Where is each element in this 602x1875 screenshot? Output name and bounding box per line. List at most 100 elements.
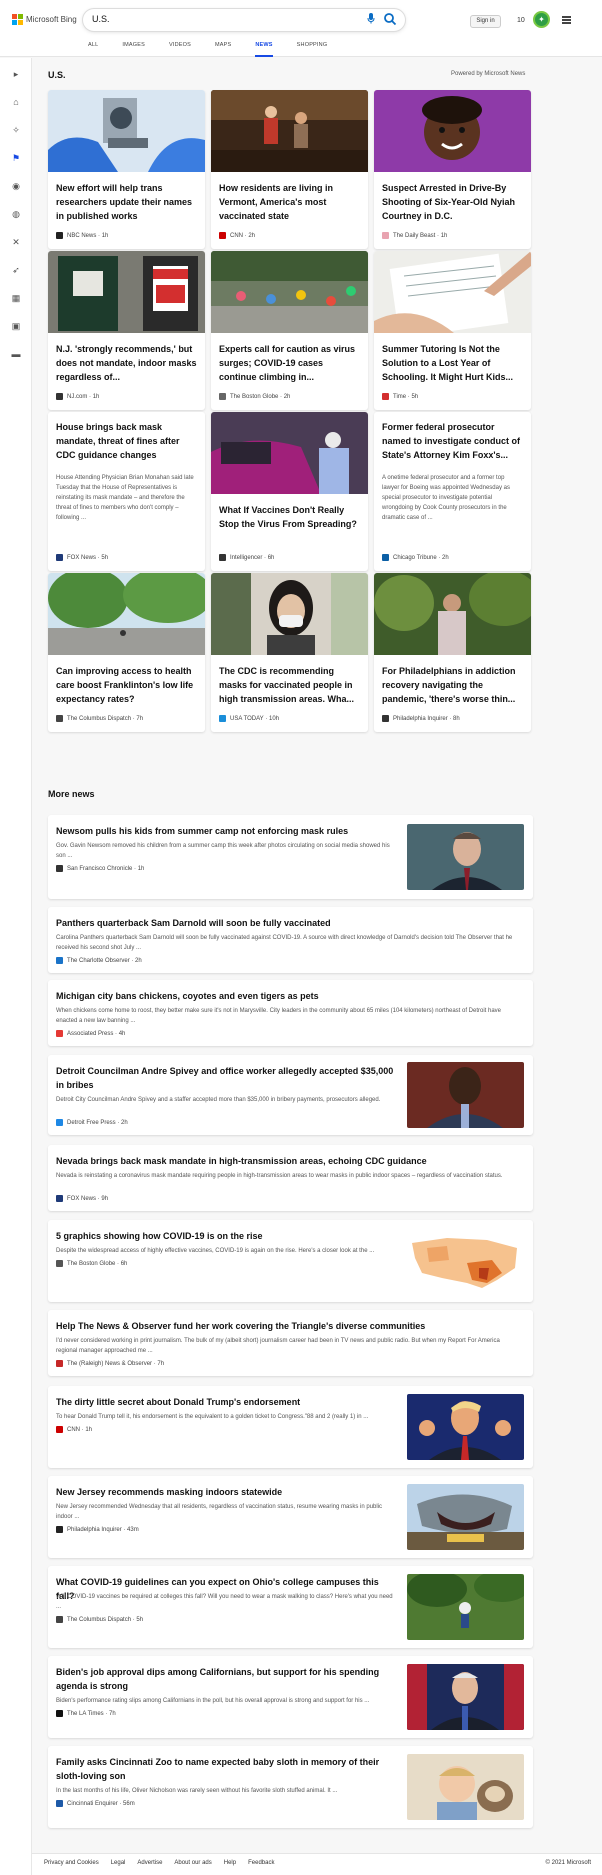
microphone-icon[interactable] xyxy=(364,13,378,27)
more-news-item[interactable]: Help The News & Observer fund her work c… xyxy=(48,1310,533,1376)
more-news-item[interactable]: Biden's job approval dips among Californ… xyxy=(48,1656,533,1738)
tab-news[interactable]: NEWS xyxy=(255,41,273,57)
news-card[interactable]: The CDC is recommending masks for vaccin… xyxy=(211,573,368,732)
news-card[interactable]: For Philadelphians in addiction recovery… xyxy=(374,573,531,732)
card-title[interactable]: Summer Tutoring Is Not the Solution to a… xyxy=(382,342,525,384)
more-news-item[interactable]: Panthers quarterback Sam Darnold will so… xyxy=(48,907,533,973)
card-source[interactable]: The Daily Beast · 1h xyxy=(382,232,447,239)
card-title[interactable]: For Philadelphians in addiction recovery… xyxy=(382,664,525,706)
news-thumbnail[interactable] xyxy=(407,1394,524,1460)
card-source[interactable]: FOX News · 5h xyxy=(56,554,108,561)
more-news-item[interactable]: Newsom pulls his kids from summer camp n… xyxy=(48,815,533,899)
expand-icon[interactable]: ▸ xyxy=(10,68,22,80)
news-title[interactable]: Biden's job approval dips among Californ… xyxy=(56,1665,399,1693)
card-source[interactable]: Time · 5h xyxy=(382,393,418,400)
card-image[interactable] xyxy=(211,412,368,494)
news-source[interactable]: Associated Press · 4h xyxy=(56,1030,125,1037)
card-title[interactable]: Can improving access to health care boos… xyxy=(56,664,199,706)
card-title[interactable]: The CDC is recommending masks for vaccin… xyxy=(219,664,362,706)
news-title[interactable]: Nevada brings back mask mandate in high-… xyxy=(56,1154,521,1168)
card-image[interactable] xyxy=(374,251,531,333)
sign-in-button[interactable]: Sign in xyxy=(470,15,501,28)
news-thumbnail[interactable] xyxy=(407,1228,524,1294)
card-title[interactable]: What If Vaccines Don't Really Stop the V… xyxy=(219,503,362,531)
rocket-icon[interactable]: ➶ xyxy=(10,264,22,276)
rewards-medal-icon[interactable]: ✦ xyxy=(533,11,550,28)
card-image[interactable] xyxy=(374,573,531,655)
more-news-item[interactable]: What COVID-19 guidelines can you expect … xyxy=(48,1566,533,1648)
news-card[interactable]: What If Vaccines Don't Really Stop the V… xyxy=(211,412,368,571)
card-image[interactable] xyxy=(48,573,205,655)
location-icon[interactable]: ◉ xyxy=(10,180,22,192)
more-news-item[interactable]: Michigan city bans chickens, coyotes and… xyxy=(48,980,533,1046)
news-title[interactable]: New Jersey recommends masking indoors st… xyxy=(56,1485,399,1499)
menu-icon[interactable] xyxy=(562,16,571,24)
footer-link[interactable]: About our ads xyxy=(174,1860,211,1866)
news-source[interactable]: The Columbus Dispatch · 5h xyxy=(56,1616,143,1623)
card-source[interactable]: Chicago Tribune · 2h xyxy=(382,554,449,561)
more-news-item[interactable]: Detroit Councilman Andre Spivey and offi… xyxy=(48,1055,533,1135)
footer-link[interactable]: Privacy and Cookies xyxy=(44,1860,99,1866)
news-card[interactable]: Summer Tutoring Is Not the Solution to a… xyxy=(374,251,531,410)
news-source[interactable]: The LA Times · 7h xyxy=(56,1710,116,1717)
news-card[interactable]: New effort will help trans researchers u… xyxy=(48,90,205,249)
footer-link[interactable]: Advertise xyxy=(137,1860,162,1866)
card-title[interactable]: How residents are living in Vermont, Ame… xyxy=(219,181,362,223)
card-title[interactable]: New effort will help trans researchers u… xyxy=(56,181,199,223)
news-source[interactable]: The Boston Globe · 6h xyxy=(56,1260,127,1267)
card-image[interactable] xyxy=(374,90,531,172)
news-title[interactable]: Newsom pulls his kids from summer camp n… xyxy=(56,824,399,838)
tools-icon[interactable]: ✕ xyxy=(10,236,22,248)
news-title[interactable]: Michigan city bans chickens, coyotes and… xyxy=(56,989,521,1003)
news-title[interactable]: Family asks Cincinnati Zoo to name expec… xyxy=(56,1755,399,1783)
more-news-item[interactable]: Family asks Cincinnati Zoo to name expec… xyxy=(48,1746,533,1828)
news-source[interactable]: San Francisco Chronicle · 1h xyxy=(56,865,144,872)
news-title[interactable]: Detroit Councilman Andre Spivey and offi… xyxy=(56,1064,399,1092)
news-source[interactable]: The Charlotte Observer · 2h xyxy=(56,957,142,964)
news-thumbnail[interactable] xyxy=(407,1754,524,1820)
news-card[interactable]: Suspect Arrested in Drive-By Shooting of… xyxy=(374,90,531,249)
tab-shopping[interactable]: SHOPPING xyxy=(297,41,328,57)
card-source[interactable]: Philadelphia Inquirer · 8h xyxy=(382,715,460,722)
search-box[interactable]: U.S. xyxy=(83,9,405,31)
card-image[interactable] xyxy=(48,90,205,172)
card-title[interactable]: Former federal prosecutor named to inves… xyxy=(382,420,525,462)
search-icon[interactable] xyxy=(383,12,397,26)
card-title[interactable]: Suspect Arrested in Drive-By Shooting of… xyxy=(382,181,525,223)
card-title[interactable]: House brings back mask mandate, threat o… xyxy=(56,420,199,462)
home-icon[interactable]: ⌂ xyxy=(10,96,22,108)
tab-images[interactable]: IMAGES xyxy=(122,41,145,57)
card-title[interactable]: Experts call for caution as virus surges… xyxy=(219,342,362,384)
sparkle-icon[interactable]: ✧ xyxy=(10,124,22,136)
flag-icon[interactable]: ⚑ xyxy=(10,152,22,164)
news-source[interactable]: The (Raleigh) News & Observer · 7h xyxy=(56,1360,164,1367)
tab-videos[interactable]: VIDEOS xyxy=(169,41,191,57)
card-image[interactable] xyxy=(48,251,205,333)
news-thumbnail[interactable] xyxy=(407,1574,524,1640)
more-news-item[interactable]: The dirty little secret about Donald Tru… xyxy=(48,1386,533,1468)
tab-maps[interactable]: MAPS xyxy=(215,41,231,57)
card-image[interactable] xyxy=(211,251,368,333)
footer-link[interactable]: Feedback xyxy=(248,1860,274,1866)
card-source[interactable]: NJ.com · 1h xyxy=(56,393,99,400)
search-input[interactable]: U.S. xyxy=(92,14,110,24)
card-icon[interactable]: ▬ xyxy=(10,348,22,360)
film-icon[interactable]: ▦ xyxy=(10,292,22,304)
card-source[interactable]: The Columbus Dispatch · 7h xyxy=(56,715,143,722)
more-news-item[interactable]: Nevada brings back mask mandate in high-… xyxy=(48,1145,533,1211)
news-source[interactable]: FOX News · 9h xyxy=(56,1195,108,1202)
news-title[interactable]: Help The News & Observer fund her work c… xyxy=(56,1319,521,1333)
news-card[interactable]: How residents are living in Vermont, Ame… xyxy=(211,90,368,249)
news-card[interactable]: N.J. 'strongly recommends,' but does not… xyxy=(48,251,205,410)
more-news-item[interactable]: 5 graphics showing how COVID-19 is on th… xyxy=(48,1220,533,1302)
news-source[interactable]: Detroit Free Press · 2h xyxy=(56,1119,128,1126)
card-source[interactable]: USA TODAY · 10h xyxy=(219,715,279,722)
rewards-points[interactable]: 10 xyxy=(517,17,525,24)
news-title[interactable]: The dirty little secret about Donald Tru… xyxy=(56,1395,399,1409)
footer-link[interactable]: Help xyxy=(224,1860,236,1866)
card-image[interactable] xyxy=(211,573,368,655)
card-source[interactable]: NBC News · 1h xyxy=(56,232,108,239)
news-source[interactable]: Cincinnati Enquirer · 56m xyxy=(56,1800,135,1807)
bing-logo[interactable]: Microsoft Bing xyxy=(12,14,77,25)
briefcase-icon[interactable]: ▣ xyxy=(10,320,22,332)
